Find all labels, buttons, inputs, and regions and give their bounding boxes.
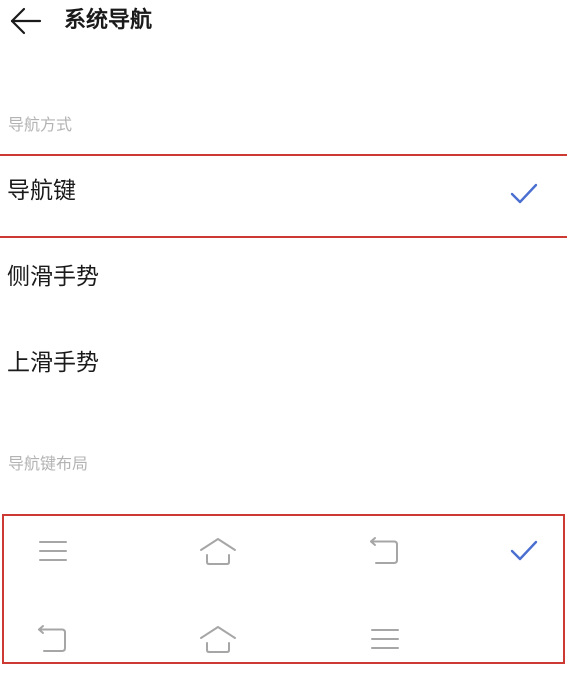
option-label: 导航键: [7, 178, 76, 204]
back-icon: [370, 537, 398, 564]
nav-layout-option-1[interactable]: [4, 516, 563, 596]
option-side-swipe[interactable]: 侧滑手势: [0, 240, 567, 324]
arrow-left-icon: [10, 7, 42, 35]
nav-layout-group: [2, 514, 565, 664]
nav-layout-option-2[interactable]: [4, 604, 563, 684]
option-nav-keys[interactable]: 导航键: [0, 154, 567, 238]
back-button[interactable]: [8, 6, 44, 36]
section-label-nav-mode: 导航方式: [8, 115, 73, 134]
checkmark-icon: [510, 183, 538, 204]
section-label-nav-layout: 导航键布局: [8, 454, 89, 473]
option-swipe-up[interactable]: 上滑手势: [0, 326, 567, 410]
home-icon: [200, 538, 236, 565]
checkmark-icon: [510, 540, 538, 561]
option-label: 侧滑手势: [7, 264, 99, 290]
page-title: 系统导航: [64, 8, 153, 33]
option-label: 上滑手势: [7, 350, 99, 376]
menu-icon: [39, 541, 67, 561]
header-bar: 系统导航: [0, 0, 567, 48]
